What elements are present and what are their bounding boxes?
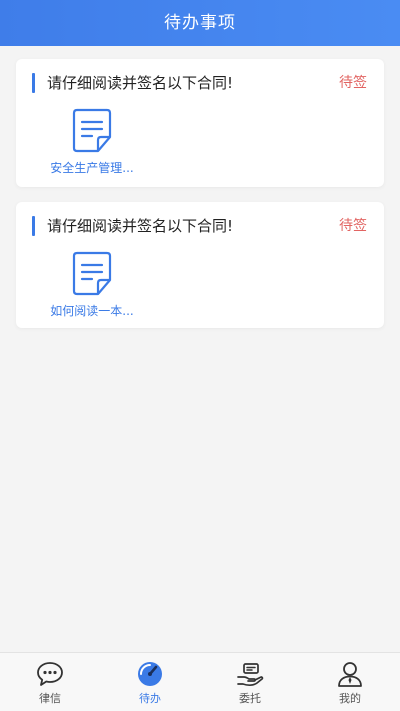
status-badge: 待签 — [339, 75, 367, 91]
todo-icon — [138, 662, 162, 686]
tab-weituo[interactable]: 委托 — [200, 653, 300, 711]
tab-lvxin[interactable]: 律信 — [0, 653, 100, 711]
tab-label: 委托 — [239, 692, 261, 705]
chat-bubble-icon — [37, 662, 63, 686]
user-profile-icon — [338, 662, 362, 687]
tab-label: 律信 — [39, 692, 61, 705]
card-accent-bar — [32, 216, 35, 236]
tab-label: 我的 — [339, 692, 361, 705]
document-item[interactable]: 安全生产管理... — [46, 107, 138, 176]
page-title: 待办事项 — [164, 13, 236, 33]
todo-card[interactable]: 请仔细阅读并签名以下合同! 待签 安全生产管理... — [16, 59, 384, 187]
tab-label: 待办 — [139, 692, 161, 705]
page-header: 待办事项 — [0, 0, 400, 46]
card-header: 请仔细阅读并签名以下合同! 待签 — [16, 59, 384, 111]
card-title: 请仔细阅读并签名以下合同! — [47, 74, 234, 92]
tab-daiban[interactable]: 待办 — [100, 653, 200, 711]
bottom-tab-bar: 律信 待办 委托 我的 — [0, 652, 400, 711]
document-label: 如何阅读一本... — [50, 304, 134, 318]
card-accent-bar — [32, 73, 35, 93]
card-header: 请仔细阅读并签名以下合同! 待签 — [16, 202, 384, 254]
tab-wode[interactable]: 我的 — [300, 653, 400, 711]
status-badge: 待签 — [339, 218, 367, 234]
todo-card[interactable]: 请仔细阅读并签名以下合同! 待签 如何阅读一本... — [16, 202, 384, 328]
document-item[interactable]: 如何阅读一本... — [46, 250, 138, 319]
hand-entrust-icon — [237, 663, 264, 687]
document-icon — [72, 108, 112, 153]
document-label: 安全生产管理... — [50, 161, 134, 175]
card-title: 请仔细阅读并签名以下合同! — [47, 217, 234, 235]
document-icon — [72, 251, 112, 296]
